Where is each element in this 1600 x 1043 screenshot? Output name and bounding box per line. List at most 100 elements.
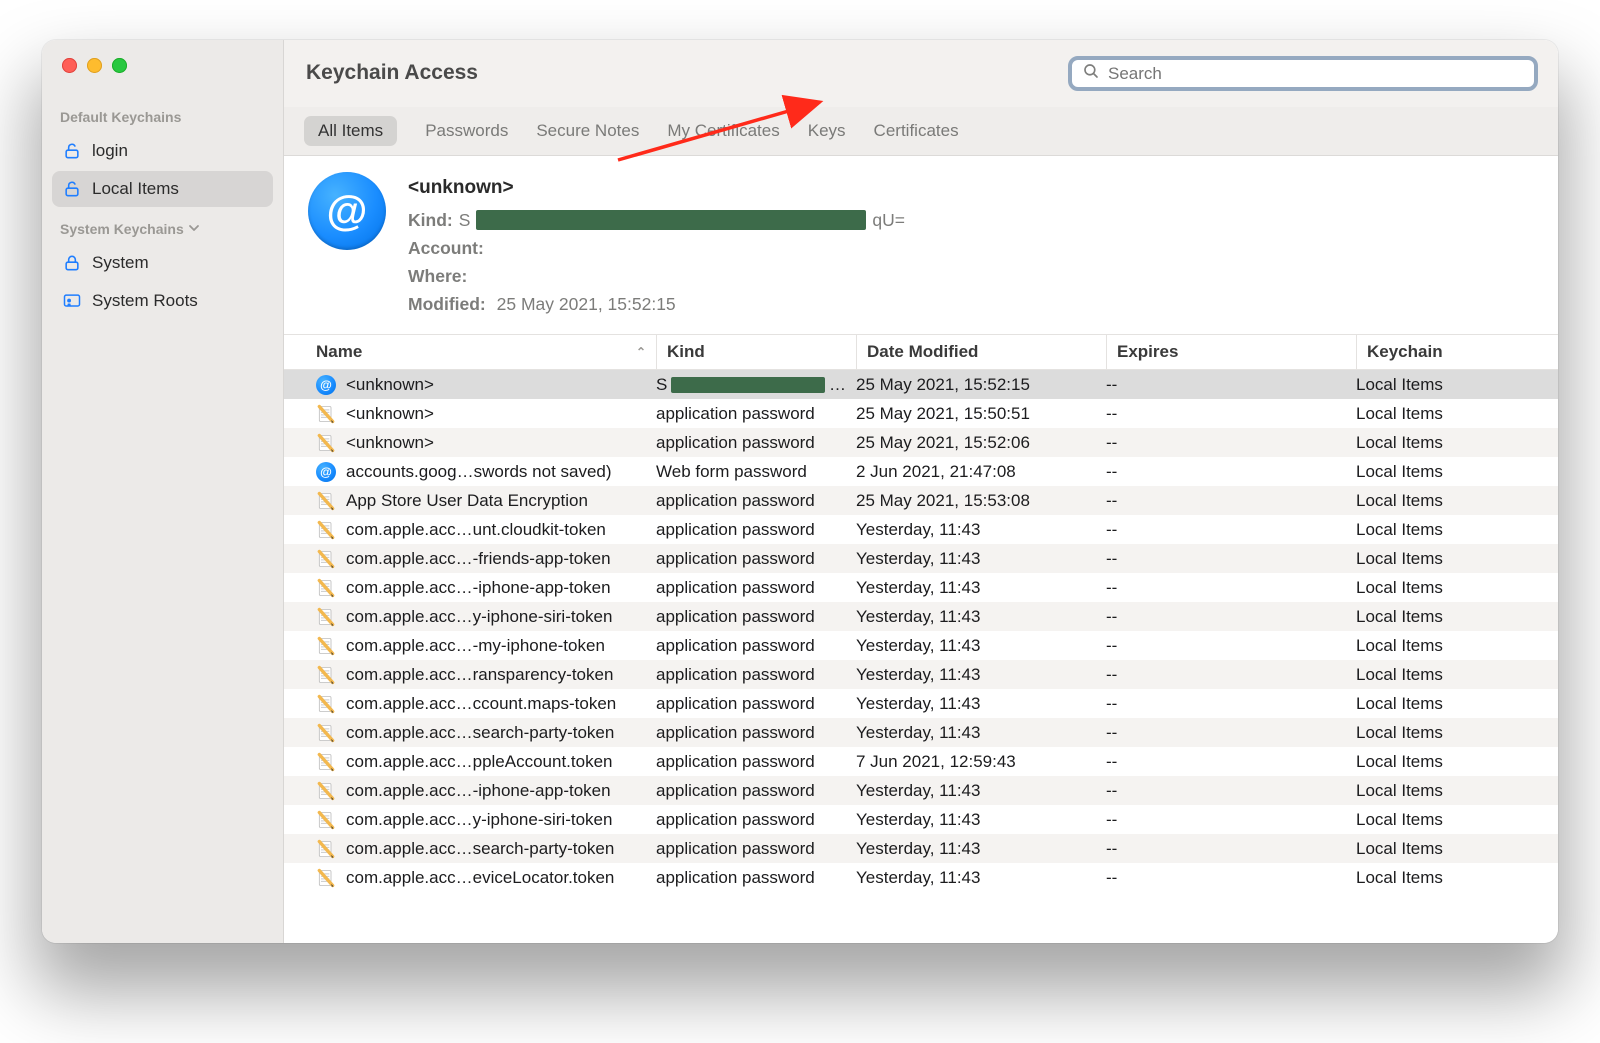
table-row[interactable]: com.apple.acc…ransparency-token applicat…	[284, 660, 1558, 689]
note-icon	[316, 636, 336, 656]
cell-name: <unknown>	[346, 433, 434, 453]
cell-date: Yesterday, 11:43	[856, 694, 1106, 714]
cell-keychain: Local Items	[1356, 781, 1558, 801]
cell-name: com.apple.acc…search-party-token	[346, 723, 614, 743]
note-icon	[316, 868, 336, 888]
detail-kind-suffix: qU=	[872, 206, 905, 234]
main-content: Keychain Access All ItemsPasswordsSecure	[284, 40, 1558, 943]
cell-name: com.apple.acc…eviceLocator.token	[346, 868, 614, 888]
table-row[interactable]: com.apple.acc…y-iphone-siri-token applic…	[284, 805, 1558, 834]
table-row[interactable]: <unknown> application password 25 May 20…	[284, 428, 1558, 457]
column-date[interactable]: Date Modified	[856, 335, 1106, 369]
scope-bar: All Items Passwords Secure Notes My Certifi…	[284, 107, 1558, 156]
app-window: Default Keychains login Local Items Syst…	[42, 40, 1558, 943]
table-row[interactable]: com.apple.acc…ccount.maps-token applicat…	[284, 689, 1558, 718]
items-table: Name ⌃ Kind Date Modified Expires Keycha…	[284, 334, 1558, 943]
column-expires[interactable]: Expires	[1106, 335, 1356, 369]
cell-kind: application password	[656, 491, 815, 511]
scope-tab[interactable]: Keys	[808, 121, 846, 141]
cell-keychain: Local Items	[1356, 404, 1558, 424]
table-row[interactable]: com.apple.acc…search-party-token applica…	[284, 718, 1558, 747]
sidebar-item-keychain[interactable]: System	[52, 245, 273, 281]
cell-date: Yesterday, 11:43	[856, 868, 1106, 888]
cell-keychain: Local Items	[1356, 549, 1558, 569]
sidebar-item-keychain[interactable]: System Roots	[52, 283, 273, 319]
table-row[interactable]: App Store User Data Encryption applicati…	[284, 486, 1558, 515]
sidebar-section-system[interactable]: System Keychains	[42, 209, 283, 243]
cell-expires: --	[1106, 375, 1356, 395]
minimize-window-button[interactable]	[87, 58, 102, 73]
close-window-button[interactable]	[62, 58, 77, 73]
column-kind[interactable]: Kind	[656, 335, 856, 369]
table-row[interactable]: com.apple.acc…y-iphone-siri-token applic…	[284, 602, 1558, 631]
table-row[interactable]: com.apple.acc…-my-iphone-token applicati…	[284, 631, 1558, 660]
window-controls	[42, 58, 283, 73]
table-row[interactable]: com.apple.acc…search-party-token applica…	[284, 834, 1558, 863]
note-icon	[316, 491, 336, 511]
table-row[interactable]: com.apple.acc…ppleAccount.token applicat…	[284, 747, 1558, 776]
cell-expires: --	[1106, 665, 1356, 685]
sidebar-section-default: Default Keychains	[42, 97, 283, 131]
sidebar-item-keychain[interactable]: login	[52, 133, 273, 169]
zoom-window-button[interactable]	[112, 58, 127, 73]
note-icon	[316, 549, 336, 569]
note-icon	[316, 433, 336, 453]
note-icon	[316, 694, 336, 714]
cell-expires: --	[1106, 723, 1356, 743]
table-row[interactable]: com.apple.acc…-iphone-app-token applicat…	[284, 776, 1558, 805]
at-icon: @	[316, 462, 336, 482]
cell-keychain: Local Items	[1356, 810, 1558, 830]
table-row[interactable]: @ <unknown> S… 25 May 2021, 15:52:15 -- …	[284, 370, 1558, 399]
search-icon	[1082, 62, 1100, 85]
cell-name: com.apple.acc…unt.cloudkit-token	[346, 520, 606, 540]
cell-name: com.apple.acc…y-iphone-siri-token	[346, 810, 612, 830]
search-field[interactable]	[1068, 56, 1538, 91]
sidebar-item-label: login	[92, 141, 128, 161]
scope-tab[interactable]: Passwords	[425, 121, 508, 141]
note-icon	[316, 810, 336, 830]
table-row[interactable]: com.apple.acc…-friends-app-token applica…	[284, 544, 1558, 573]
at-icon: @	[316, 375, 336, 395]
cell-kind: application password	[656, 665, 815, 685]
cell-date: Yesterday, 11:43	[856, 520, 1106, 540]
cell-kind: application password	[656, 520, 815, 540]
scope-tab[interactable]: Secure Notes	[536, 121, 639, 141]
sidebar-item-keychain[interactable]: Local Items	[52, 171, 273, 207]
cell-keychain: Local Items	[1356, 491, 1558, 511]
column-name[interactable]: Name ⌃	[316, 335, 656, 369]
cell-name: com.apple.acc…ppleAccount.token	[346, 752, 613, 772]
cell-keychain: Local Items	[1356, 752, 1558, 772]
note-icon	[316, 520, 336, 540]
cell-expires: --	[1106, 491, 1356, 511]
cell-date: Yesterday, 11:43	[856, 549, 1106, 569]
detail-kind-prefix: S	[459, 206, 471, 234]
cell-keychain: Local Items	[1356, 636, 1558, 656]
chevron-down-icon	[188, 222, 200, 237]
cell-kind: application password	[656, 607, 815, 627]
scope-tab[interactable]: My Certificates	[667, 121, 779, 141]
lock-open-icon	[62, 179, 82, 199]
at-icon: @	[308, 172, 386, 250]
table-row[interactable]: com.apple.acc…-iphone-app-token applicat…	[284, 573, 1558, 602]
search-input[interactable]	[1108, 64, 1524, 84]
sidebar: Default Keychains login Local Items Syst…	[42, 40, 284, 943]
table-row[interactable]: com.apple.acc…eviceLocator.token applica…	[284, 863, 1558, 892]
item-detail: @ <unknown> Kind: S qU= Account: Where: …	[284, 156, 1558, 334]
scope-tab[interactable]: All Items	[304, 116, 397, 146]
cell-name: com.apple.acc…ccount.maps-token	[346, 694, 616, 714]
cell-expires: --	[1106, 404, 1356, 424]
sidebar-section-label: Default Keychains	[60, 109, 181, 125]
sidebar-item-label: System Roots	[92, 291, 198, 311]
scope-tab[interactable]: Certificates	[874, 121, 959, 141]
table-row[interactable]: @ accounts.goog…swords not saved) Web fo…	[284, 457, 1558, 486]
detail-title: <unknown>	[408, 174, 905, 202]
table-row[interactable]: <unknown> application password 25 May 20…	[284, 399, 1558, 428]
table-header[interactable]: Name ⌃ Kind Date Modified Expires Keycha…	[284, 334, 1558, 370]
detail-account-label: Account:	[408, 238, 484, 258]
cell-kind: application password	[656, 549, 815, 569]
note-icon	[316, 723, 336, 743]
column-keychain[interactable]: Keychain	[1356, 335, 1558, 369]
cell-date: Yesterday, 11:43	[856, 723, 1106, 743]
cell-kind: application password	[656, 578, 815, 598]
table-row[interactable]: com.apple.acc…unt.cloudkit-token applica…	[284, 515, 1558, 544]
